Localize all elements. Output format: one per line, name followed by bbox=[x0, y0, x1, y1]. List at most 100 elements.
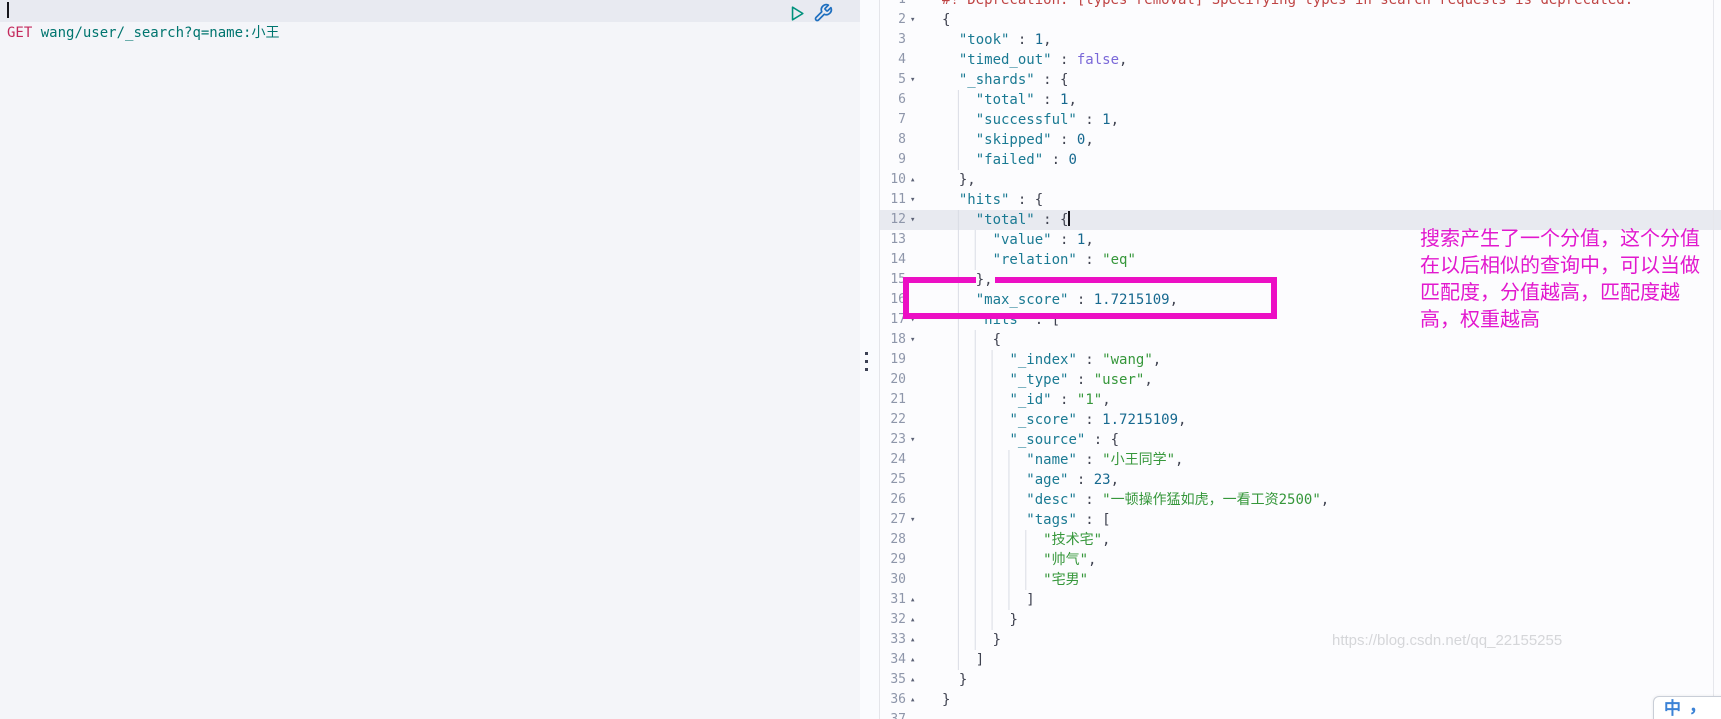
response-line[interactable]: 20 "_type" : "user", bbox=[880, 370, 1721, 390]
indent-guides bbox=[942, 90, 974, 110]
line-number: 28 bbox=[890, 532, 906, 547]
code-token: "timed_out" bbox=[958, 52, 1052, 68]
code-token: "_score" bbox=[1009, 412, 1077, 428]
code-token: : bbox=[1076, 112, 1103, 128]
response-line[interactable]: 2 ▾ { bbox=[880, 10, 1721, 30]
fold-close-icon[interactable]: ▴ bbox=[910, 630, 915, 650]
fold-close-icon[interactable]: ▴ bbox=[910, 610, 915, 630]
code-token: "_id" bbox=[1009, 392, 1052, 408]
fold-close-icon[interactable]: ▴ bbox=[910, 590, 915, 610]
line-number: 22 bbox=[890, 412, 906, 427]
response-line[interactable]: 23 ▾ "_source" : { bbox=[880, 430, 1721, 450]
pane-divider[interactable] bbox=[860, 0, 880, 719]
response-line[interactable]: 24 "name" : "小王同学", bbox=[880, 450, 1721, 470]
send-request-button[interactable] bbox=[787, 4, 806, 23]
ime-language-label[interactable]: 中 bbox=[1664, 699, 1681, 719]
response-line[interactable]: 10 ▴}, bbox=[880, 170, 1721, 190]
response-line[interactable]: 31 ▴] bbox=[880, 590, 1721, 610]
response-line[interactable]: 37 bbox=[880, 710, 1721, 719]
response-line[interactable]: 32 ▴} bbox=[880, 610, 1721, 630]
response-line[interactable]: 30 "宅男" bbox=[880, 570, 1721, 590]
code-token: "hits" bbox=[958, 192, 1010, 208]
response-editor-pane[interactable]: 1 #! Deprecation: [types removal] Specify… bbox=[880, 0, 1721, 719]
code-token: "技术宅" bbox=[1043, 532, 1103, 548]
fold-open-icon[interactable]: ▾ bbox=[910, 330, 915, 350]
annotation-line: 在以后相似的查询中，可以当做 bbox=[1420, 255, 1700, 277]
request-options-button[interactable] bbox=[813, 3, 833, 23]
code-token: : bbox=[1051, 392, 1077, 408]
line-number: 3 bbox=[898, 32, 906, 47]
response-line[interactable]: 29 "帅气", bbox=[880, 550, 1721, 570]
code-token: 1.7215109 bbox=[1102, 412, 1179, 428]
response-line[interactable]: 8 "skipped" : 0, bbox=[880, 130, 1721, 150]
code-token: , bbox=[1085, 232, 1094, 248]
code-text: "_shards" : { bbox=[880, 70, 1721, 90]
response-line[interactable]: 25 "age" : 23, bbox=[880, 470, 1721, 490]
response-line[interactable]: 9 "failed" : 0 bbox=[880, 150, 1721, 170]
response-line[interactable]: 7 "successful" : 1, bbox=[880, 110, 1721, 130]
code-text: "age" : 23, bbox=[880, 470, 1721, 490]
response-line[interactable]: 1 #! Deprecation: [types removal] Specify… bbox=[880, 0, 1721, 10]
fold-close-icon[interactable]: ▴ bbox=[910, 690, 915, 710]
code-token: : bbox=[1076, 492, 1103, 508]
indent-guides bbox=[942, 450, 1025, 470]
code-token: "total" bbox=[975, 92, 1035, 108]
response-line[interactable]: 22 "_score" : 1.7215109, bbox=[880, 410, 1721, 430]
fold-open-icon[interactable]: ▾ bbox=[910, 10, 915, 30]
response-line[interactable]: 36 ▴} bbox=[880, 690, 1721, 710]
divider-drag-handle-icon[interactable] bbox=[865, 352, 868, 371]
code-text: "hits" : { bbox=[880, 190, 1721, 210]
ime-punctuation-label[interactable]: ， bbox=[1689, 697, 1707, 715]
response-line[interactable]: 35 ▴} bbox=[880, 670, 1721, 690]
fold-close-icon[interactable]: ▴ bbox=[910, 650, 915, 670]
response-line[interactable]: 5 ▾ "_shards" : { bbox=[880, 70, 1721, 90]
fold-close-icon[interactable]: ▴ bbox=[910, 670, 915, 690]
code-token: , bbox=[1102, 532, 1111, 548]
line-number: 5 bbox=[898, 72, 906, 87]
fold-open-icon[interactable]: ▾ bbox=[910, 210, 915, 230]
response-line[interactable]: 21 "_id" : "1", bbox=[880, 390, 1721, 410]
scrollbar-track[interactable] bbox=[1713, 0, 1714, 719]
code-token: 23 bbox=[1093, 472, 1111, 488]
line-number: 8 bbox=[898, 132, 906, 147]
indent-guides bbox=[942, 610, 1008, 630]
code-token: : { bbox=[1085, 432, 1120, 448]
code-token: : { bbox=[1034, 212, 1069, 228]
response-line[interactable]: 26 "desc" : "一顿操作猛如虎，一看工资2500", bbox=[880, 490, 1721, 510]
response-line[interactable]: 3 "took" : 1, bbox=[880, 30, 1721, 50]
request-line[interactable] bbox=[0, 0, 860, 22]
indent-guides bbox=[942, 110, 974, 130]
line-number: 36 bbox=[890, 692, 906, 707]
response-line[interactable]: 28 "技术宅", bbox=[880, 530, 1721, 550]
response-line[interactable]: 19 "_index" : "wang", bbox=[880, 350, 1721, 370]
code-text: } bbox=[880, 670, 1721, 690]
code-token: : bbox=[1009, 32, 1035, 48]
request-line[interactable]: GET wang/user/_search?q=name:小王 bbox=[0, 22, 860, 44]
code-text: "_type" : "user", bbox=[880, 370, 1721, 390]
response-line[interactable]: 34 ▴] bbox=[880, 650, 1721, 670]
response-line[interactable]: 33 ▴} bbox=[880, 630, 1721, 650]
code-token: 0 bbox=[1068, 152, 1077, 168]
line-number: 21 bbox=[890, 392, 906, 407]
code-text: "tags" : [ bbox=[880, 510, 1721, 530]
indent-guides bbox=[942, 250, 991, 270]
code-token: } bbox=[992, 632, 1002, 648]
text-cursor bbox=[1068, 211, 1071, 226]
response-line[interactable]: 4 "timed_out" : false, bbox=[880, 50, 1721, 70]
response-line[interactable]: 6 "total" : 1, bbox=[880, 90, 1721, 110]
code-token: 1 bbox=[1034, 32, 1044, 48]
response-line[interactable]: 27 ▾ "tags" : [ bbox=[880, 510, 1721, 530]
indent-guides bbox=[942, 70, 957, 90]
response-line[interactable]: 11 ▾ "hits" : { bbox=[880, 190, 1721, 210]
fold-open-icon[interactable]: ▾ bbox=[910, 510, 915, 530]
code-token: #! Deprecation: [types removal] Specifyi… bbox=[942, 0, 1634, 8]
request-editor-pane[interactable]: GET wang/user/_search?q=name:小王 bbox=[0, 0, 860, 719]
ime-indicator[interactable]: 中 ， bbox=[1653, 696, 1721, 719]
fold-open-icon[interactable]: ▾ bbox=[910, 190, 915, 210]
text-cursor bbox=[7, 2, 9, 18]
line-number: 35 bbox=[890, 672, 906, 687]
fold-close-icon[interactable]: ▴ bbox=[910, 170, 915, 190]
line-number: 26 bbox=[890, 492, 906, 507]
fold-open-icon[interactable]: ▾ bbox=[910, 70, 915, 90]
fold-open-icon[interactable]: ▾ bbox=[910, 430, 915, 450]
